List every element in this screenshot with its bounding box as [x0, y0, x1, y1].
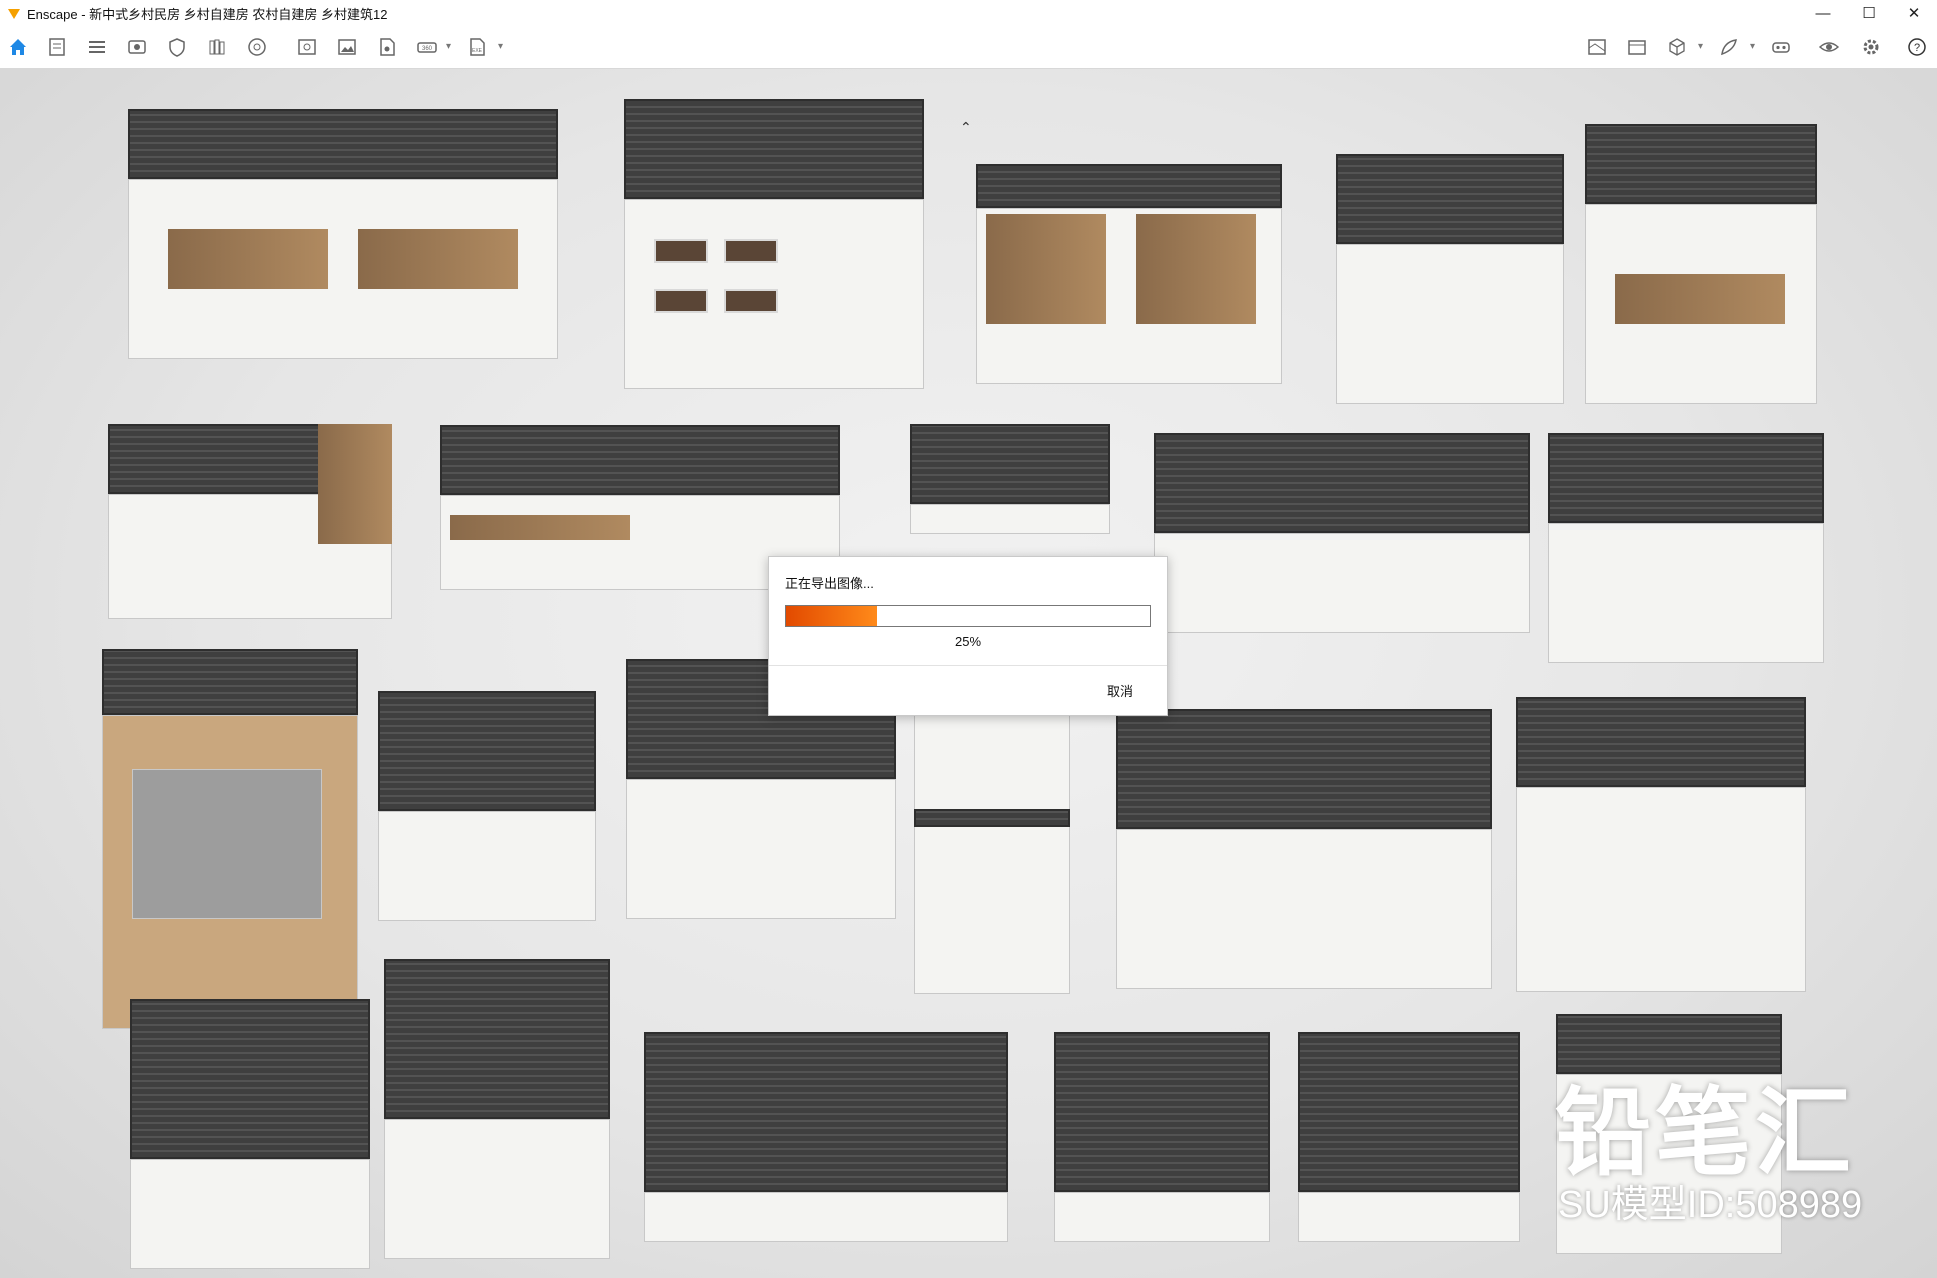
- minimize-button[interactable]: —: [1800, 0, 1846, 26]
- map-icon[interactable]: [1584, 35, 1610, 59]
- cube-icon[interactable]: [1664, 35, 1690, 59]
- document-icon[interactable]: [44, 35, 70, 59]
- house-model: [1336, 154, 1564, 404]
- view-icon[interactable]: [124, 35, 150, 59]
- house-model: [384, 959, 610, 1259]
- help-icon[interactable]: ?: [1904, 35, 1930, 59]
- export-dropdown-caret-icon[interactable]: ▾: [498, 41, 503, 52]
- dialog-title: 正在导出图像...: [785, 576, 874, 591]
- progress-bar: [785, 605, 1151, 627]
- shield-icon[interactable]: [164, 35, 190, 59]
- house-model: [910, 424, 1110, 534]
- house-model: [1548, 433, 1824, 663]
- cancel-button[interactable]: 取消: [1107, 681, 1133, 700]
- progress-percent: 25%: [954, 634, 982, 649]
- house-model: [1516, 697, 1806, 992]
- watermark-model-id: SU模型ID:508989: [1558, 1184, 1863, 1226]
- house-model: [644, 1032, 1008, 1242]
- maximize-button[interactable]: ☐: [1846, 0, 1892, 26]
- house-model: [1585, 124, 1817, 404]
- gallery-icon[interactable]: [1624, 35, 1650, 59]
- svg-text:EXE: EXE: [472, 48, 483, 54]
- house-model: [1154, 433, 1530, 633]
- screenshot-icon[interactable]: [294, 35, 320, 59]
- house-model: [378, 691, 596, 921]
- progress-bar-fill: [786, 606, 877, 626]
- house-model: [130, 999, 370, 1269]
- dialog-divider: [769, 665, 1167, 666]
- house-model: [1116, 709, 1492, 989]
- file-image-icon[interactable]: [374, 35, 400, 59]
- panorama-icon[interactable]: 360: [414, 35, 440, 59]
- house-model: [624, 99, 924, 389]
- image-icon[interactable]: [334, 35, 360, 59]
- svg-text:360: 360: [422, 46, 433, 52]
- list-icon[interactable]: [84, 35, 110, 59]
- house-model: [128, 109, 558, 359]
- asset-library-icon[interactable]: [244, 35, 270, 59]
- toolbar: 360 ▾ EXE ▾ ▾ ▾ ?: [0, 26, 1937, 69]
- export-progress-dialog: 正在导出图像... 25% 取消: [768, 556, 1168, 716]
- eye-icon[interactable]: [1816, 35, 1842, 59]
- home-icon[interactable]: [5, 35, 31, 59]
- close-button[interactable]: ✕: [1891, 0, 1937, 26]
- books-icon[interactable]: [204, 35, 230, 59]
- vr-headset-icon[interactable]: [1768, 35, 1794, 59]
- help-glyph: ?: [1914, 42, 1920, 54]
- panorama-dropdown-caret-icon[interactable]: ▾: [446, 41, 451, 52]
- window-title: Enscape - 新中式乡村民房 乡村自建房 农村自建房 乡村建筑12: [27, 6, 388, 22]
- export-icon[interactable]: EXE: [464, 35, 490, 59]
- title-bar: Enscape - 新中式乡村民房 乡村自建房 农村自建房 乡村建筑12 — ☐…: [0, 0, 1937, 26]
- house-model: [914, 709, 1070, 994]
- enscape-logo-icon: [8, 9, 20, 19]
- house-model: [976, 164, 1282, 384]
- house-model: [102, 649, 358, 1029]
- feather-dropdown-caret-icon[interactable]: ▾: [1750, 41, 1755, 52]
- house-model: [1054, 1032, 1270, 1242]
- cube-dropdown-caret-icon[interactable]: ▾: [1698, 41, 1703, 52]
- house-model: [1298, 1032, 1520, 1242]
- house-model: [108, 424, 392, 619]
- feather-icon[interactable]: [1716, 35, 1742, 59]
- settings-icon[interactable]: [1858, 35, 1884, 59]
- collapse-toolbar-icon[interactable]: ⌃: [960, 119, 972, 136]
